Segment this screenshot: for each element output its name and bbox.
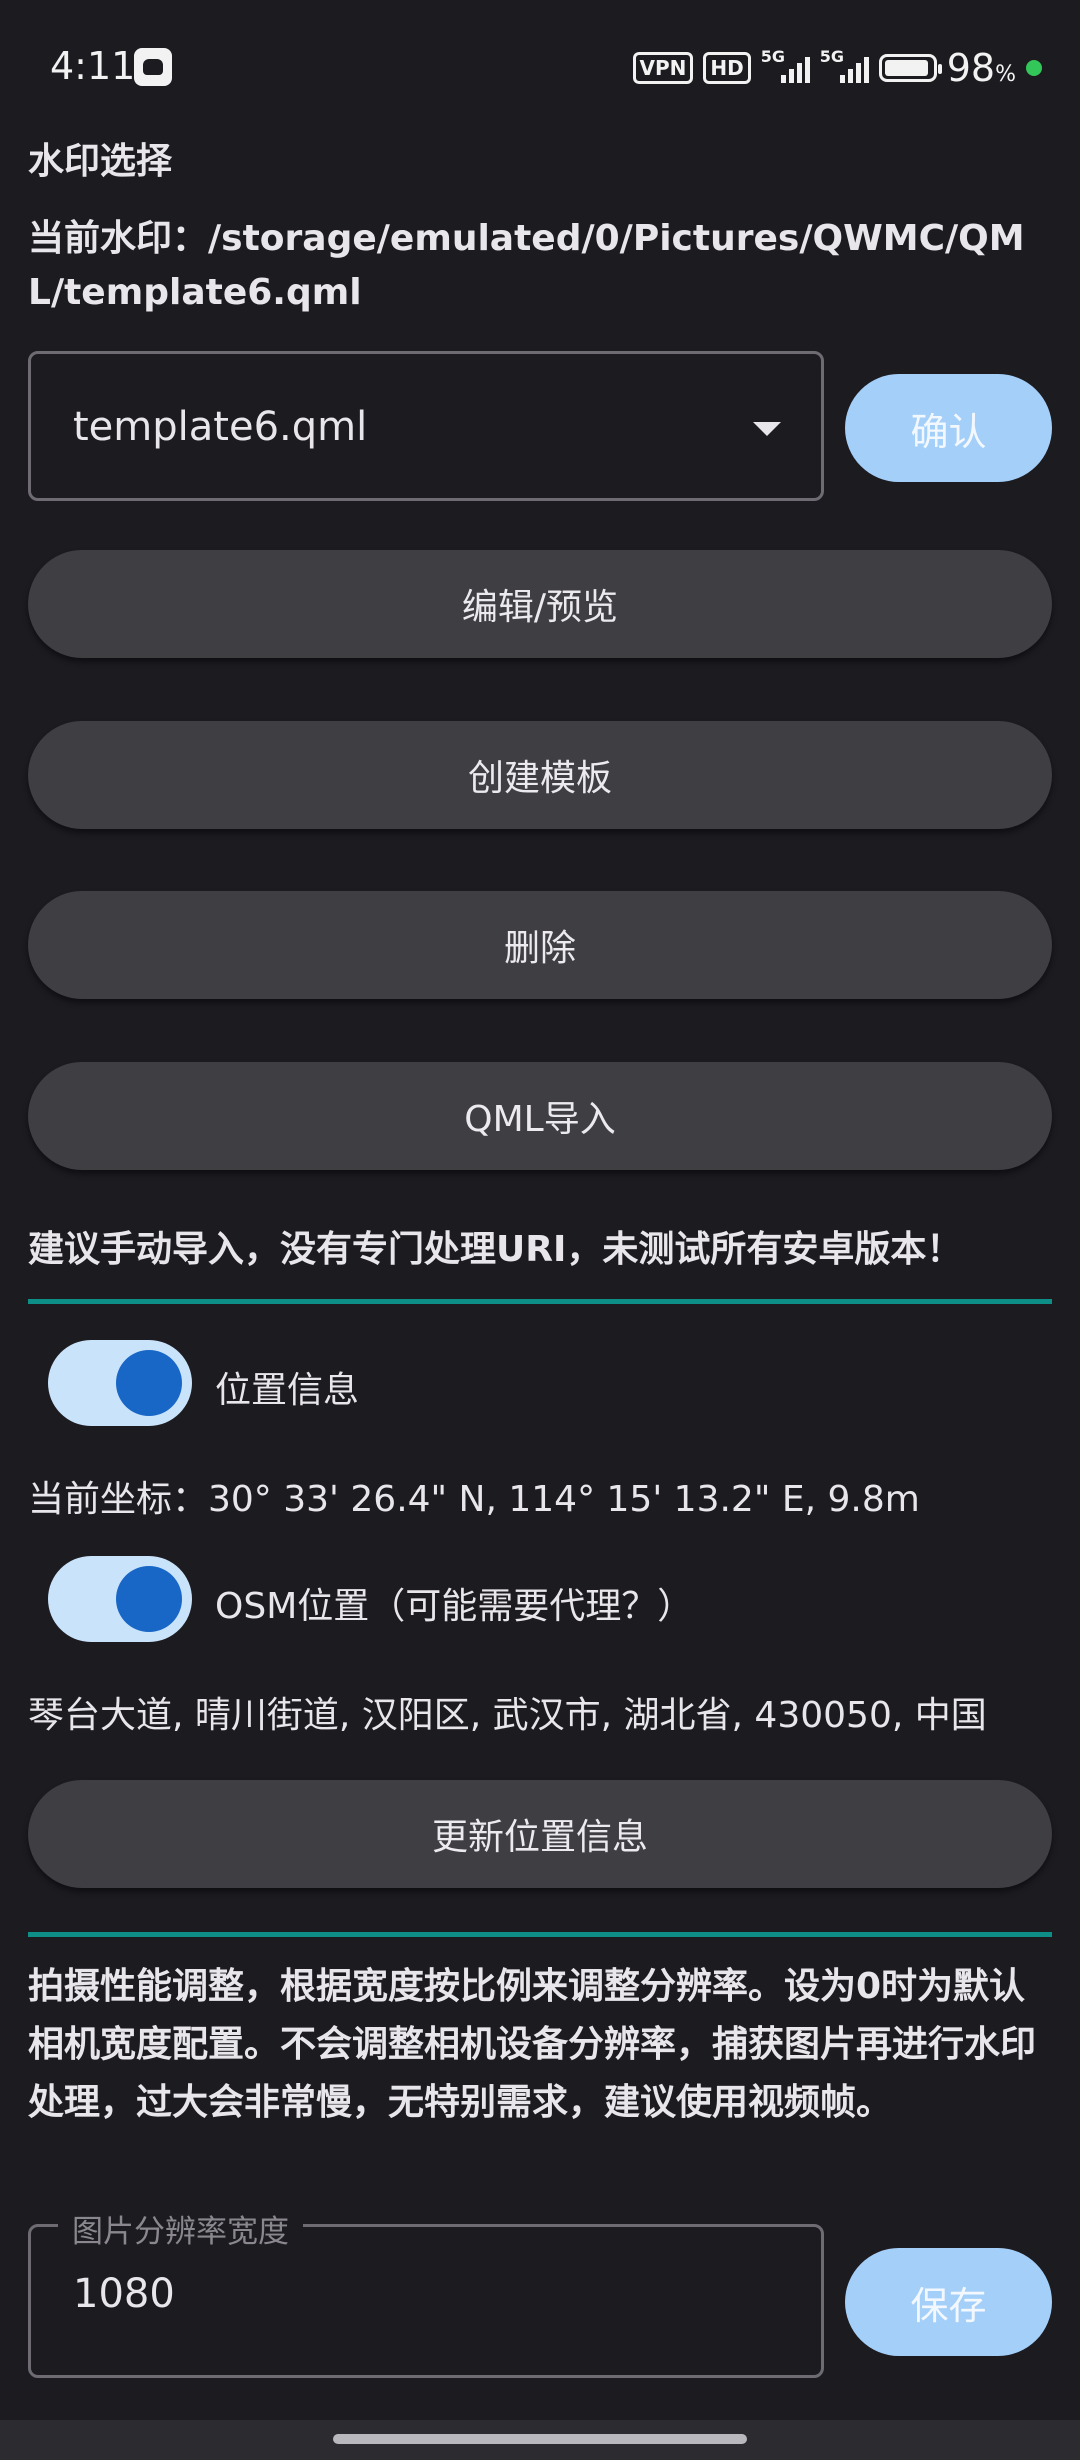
- toggle-knob: [116, 1566, 182, 1632]
- status-icons: VPN HD 5G 5G 98%: [632, 46, 1042, 90]
- resolution-width-label: 图片分辨率宽度: [58, 2206, 303, 2251]
- signal-icon: 5G: [761, 47, 810, 83]
- confirm-button[interactable]: 确认: [845, 374, 1052, 482]
- create-template-button[interactable]: 创建模板: [28, 721, 1052, 829]
- edit-preview-button[interactable]: 编辑/预览: [28, 550, 1052, 658]
- qml-import-button[interactable]: QML导入: [28, 1062, 1052, 1170]
- signal-icon: 5G: [820, 47, 869, 83]
- gesture-handle[interactable]: [333, 2434, 747, 2444]
- resolution-width-input[interactable]: [73, 2271, 773, 2317]
- toggle-knob: [116, 1350, 182, 1416]
- divider: [28, 1932, 1052, 1937]
- status-time: 4:11: [50, 44, 136, 88]
- location-toggle-label: 位置信息: [215, 1370, 360, 1411]
- performance-description: 拍摄性能调整，根据宽度按比例来调整分辨率。设为0时为默认相机宽度配置。不会调整相…: [28, 1966, 1037, 2123]
- vpn-icon: VPN: [632, 52, 694, 84]
- status-bar: 4:11 VPN HD 5G 5G 98%: [0, 0, 1080, 135]
- update-location-button[interactable]: 更新位置信息: [28, 1780, 1052, 1888]
- current-coordinates: 当前坐标：30° 33' 26.4" N, 114° 15' 13.2" E, …: [28, 1479, 920, 1520]
- app-notification-icon: [134, 48, 172, 86]
- privacy-dot-icon: [1026, 60, 1042, 76]
- save-button[interactable]: 保存: [845, 2248, 1052, 2356]
- current-watermark-path: 当前水印：/storage/emulated/0/Pictures/QWMC/Q…: [28, 218, 1025, 313]
- delete-button[interactable]: 删除: [28, 891, 1052, 999]
- section-title: 水印选择: [28, 141, 173, 182]
- dropdown-arrow-icon: [753, 422, 781, 436]
- osm-toggle[interactable]: [48, 1556, 192, 1642]
- template-selected-value: template6.qml: [73, 404, 368, 450]
- osm-toggle-label: OSM位置（可能需要代理？）: [215, 1586, 694, 1627]
- location-toggle[interactable]: [48, 1340, 192, 1426]
- battery-percent: 98%: [946, 46, 1016, 90]
- hd-icon: HD: [703, 52, 751, 84]
- battery-icon: [878, 54, 942, 82]
- divider: [28, 1299, 1052, 1304]
- template-dropdown[interactable]: template6.qml: [28, 351, 824, 501]
- import-warning: 建议手动导入，没有专门处理URI，未测试所有安卓版本！: [28, 1229, 963, 1270]
- current-address: 琴台大道, 晴川街道, 汉阳区, 武汉市, 湖北省, 430050, 中国: [28, 1695, 987, 1736]
